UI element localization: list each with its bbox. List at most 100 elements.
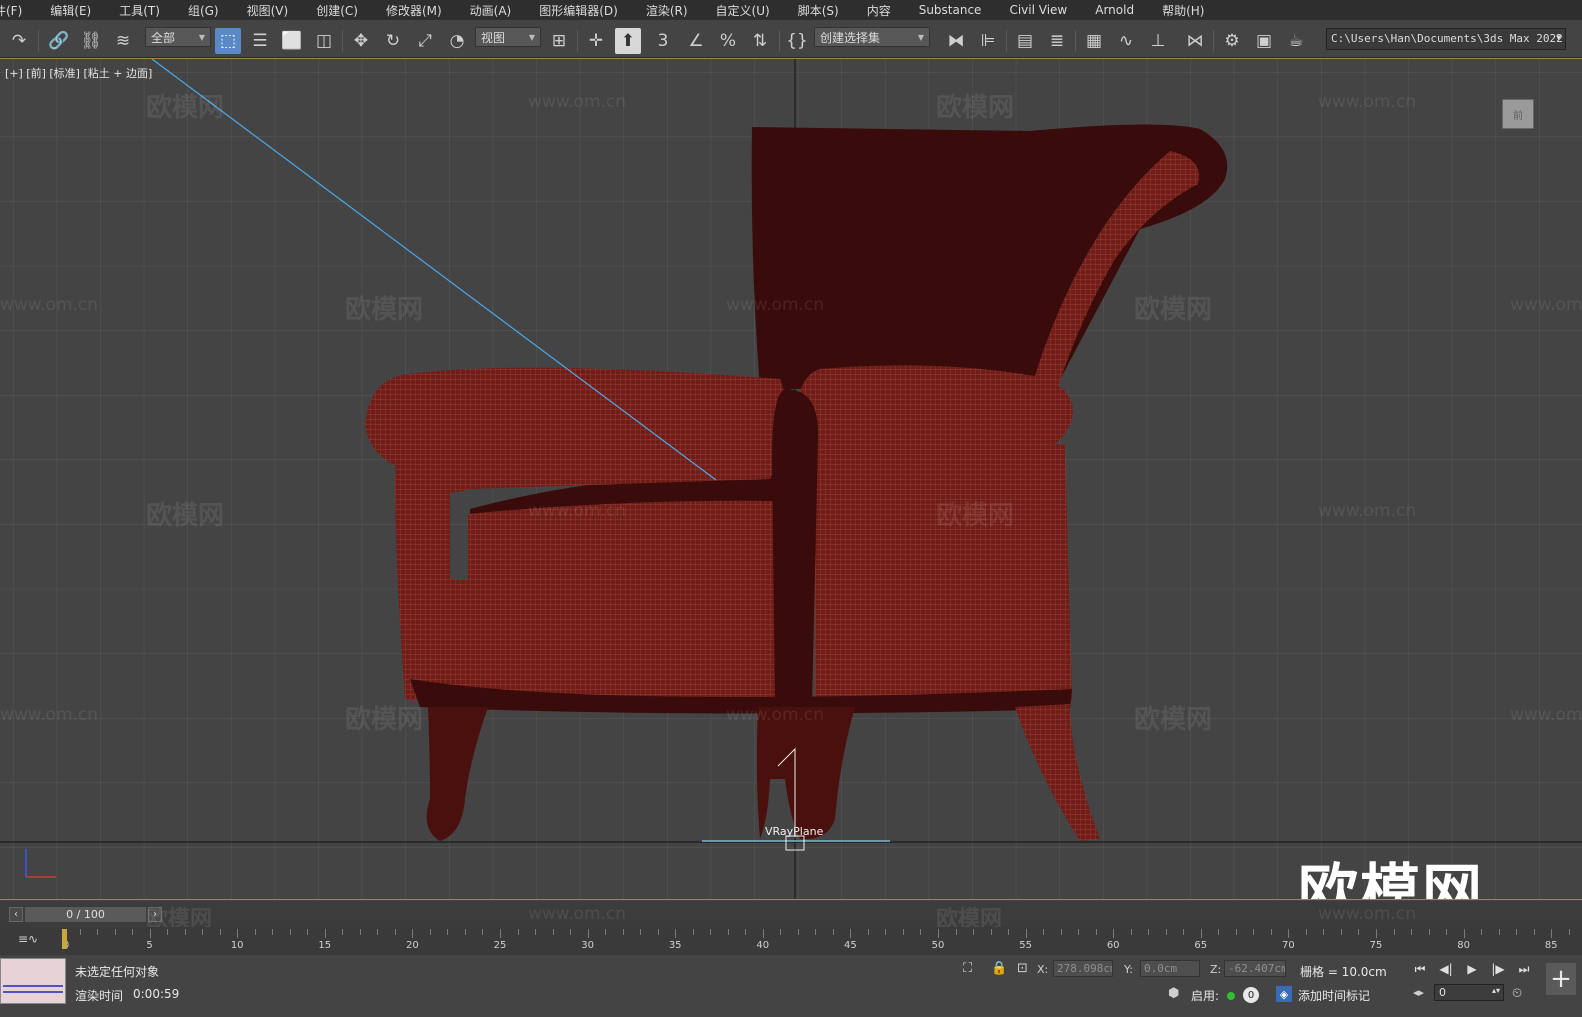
angle-snap-icon[interactable]: ∠ (683, 28, 709, 54)
ribbon-icon[interactable]: ▦ (1081, 28, 1107, 54)
edit-named-selection-sets-icon[interactable]: {} (784, 28, 810, 54)
rectangular-selection-icon[interactable]: ⬜ (279, 28, 305, 54)
menu-substance[interactable]: Substance (905, 3, 996, 17)
menu-file[interactable]: 件(F) (0, 2, 36, 19)
cube-icon[interactable]: ◈ (1276, 986, 1292, 1002)
rendered-frame-window-icon[interactable]: ▣ (1251, 28, 1277, 54)
menu-arnold[interactable]: Arnold (1081, 3, 1148, 17)
toolbar-separator (1213, 30, 1214, 52)
absolute-mode-icon[interactable]: ⊡ (1017, 961, 1028, 976)
add-viewport-icon[interactable]: + (1546, 963, 1576, 995)
menu-help[interactable]: 帮助(H) (1148, 2, 1218, 19)
ruler-tick (429, 929, 431, 935)
menu-group[interactable]: 组(G) (174, 2, 233, 19)
layer-explorer-icon[interactable]: ≣ (1044, 28, 1070, 54)
menu-tools[interactable]: 工具(T) (105, 2, 174, 19)
curve-editor-icon[interactable]: ∿ (1113, 28, 1139, 54)
select-object-icon[interactable]: ⬚ (215, 28, 241, 54)
ruler-label: 55 (1019, 940, 1032, 951)
go-to-end-icon[interactable]: ⏭ (1514, 960, 1534, 978)
spinner-snap-icon[interactable]: ⇅ (747, 28, 773, 54)
watermark-text: 欧模网 (936, 93, 1015, 123)
ruler-tick (202, 929, 204, 935)
unlink-icon[interactable]: ⛓ (78, 28, 104, 54)
watermark-logo: 欧模网 (1298, 858, 1484, 900)
snap-toggle-icon[interactable]: 3 (650, 28, 676, 54)
playhead-marker[interactable] (62, 929, 67, 949)
link-icon[interactable]: 🔗 (46, 28, 72, 54)
window-crossing-icon[interactable]: ◫ (311, 28, 337, 54)
ruler-tick (114, 929, 116, 935)
render-production-icon[interactable]: ☕ (1283, 28, 1309, 54)
ruler-tick (762, 929, 764, 938)
align-icon[interactable]: ⊫ (975, 28, 1001, 54)
previous-frame-icon[interactable]: ◀| (1436, 960, 1456, 978)
frame-ruler[interactable]: 0510152025303540455055606570758085 (62, 927, 1570, 955)
x-coord-field[interactable]: 278.098cm (1053, 960, 1113, 977)
ruler-tick (1568, 929, 1570, 935)
menu-customize[interactable]: 自定义(U) (702, 2, 784, 19)
time-tag-enable-label: 启用: (1191, 989, 1220, 1003)
maxscript-listener[interactable] (0, 958, 66, 1004)
select-by-name-icon[interactable]: ☰ (247, 28, 273, 54)
watermark-url: www.om.cn (1318, 501, 1417, 521)
ruler-tick (464, 929, 466, 935)
selection-filter-value: 全部 (151, 30, 176, 45)
project-folder-dropdown[interactable]: C:\Users\Han\Documents\3ds Max 2022 ▼ (1326, 28, 1566, 50)
menu-modifiers[interactable]: 修改器(M) (372, 2, 456, 19)
schematic-view-icon[interactable]: ⋈ (1182, 28, 1208, 54)
menu-views[interactable]: 视图(V) (233, 2, 303, 19)
menu-civil-view[interactable]: Civil View (995, 3, 1081, 17)
ruler-tick (1218, 929, 1220, 935)
viewcube[interactable]: 前 (1502, 99, 1534, 129)
select-manipulate-icon[interactable]: ✛ (583, 28, 609, 54)
mini-curve-editor-icon[interactable]: ≡∿ (18, 932, 38, 946)
go-to-start-icon[interactable]: ⏮ (1410, 960, 1430, 978)
named-selection-set-dropdown[interactable]: 创建选择集 ▼ (814, 27, 930, 47)
next-frame-icon[interactable]: |▶ (1488, 960, 1508, 978)
dope-sheet-icon[interactable]: ⊥ (1145, 28, 1171, 54)
add-time-tag-button[interactable]: 添加时间标记 (1298, 987, 1370, 1004)
selection-filter-dropdown[interactable]: 全部 ▼ (145, 27, 211, 47)
move-icon[interactable]: ✥ (348, 28, 374, 54)
menu-edit[interactable]: 编辑(E) (36, 2, 105, 19)
placement-icon[interactable]: ◔ (444, 28, 470, 54)
time-slider[interactable]: ‹ 0 / 100 › 欧模网 www.om.cn 欧模网 www.om.cn (0, 901, 1582, 932)
pivot-icon[interactable]: ⊞ (546, 28, 572, 54)
scale-icon[interactable]: ⤢ (412, 28, 438, 54)
lock-icon[interactable]: 🔒 (991, 961, 1007, 976)
scene-explorer-icon[interactable]: ▤ (1012, 28, 1038, 54)
y-coord-label: Y: (1124, 963, 1133, 976)
redo-icon[interactable]: ↷ (6, 28, 32, 54)
time-tag-count[interactable]: 0 (1243, 987, 1259, 1003)
bind-space-warp-icon[interactable]: ≋ (110, 28, 136, 54)
current-frame-field[interactable]: 0 ▴▾ (1434, 984, 1504, 1001)
named-selection-set-value: 创建选择集 (820, 30, 881, 45)
menu-content[interactable]: 内容 (853, 2, 905, 19)
chevron-left-icon[interactable]: ‹ (9, 907, 23, 922)
menu-scripting[interactable]: 脚本(S) (784, 2, 853, 19)
menu-animation[interactable]: 动画(A) (456, 2, 526, 19)
render-setup-icon[interactable]: ⚙ (1219, 28, 1245, 54)
menu-rendering[interactable]: 渲染(R) (632, 2, 702, 19)
time-configuration-icon[interactable]: ⏲ (1512, 986, 1522, 1001)
mirror-icon[interactable]: ⧓ (943, 28, 969, 54)
adaptive-degradation-icon[interactable]: ⬢ (1168, 986, 1179, 1001)
isolate-selection-icon[interactable]: ⛶ (963, 961, 972, 976)
y-coord-field[interactable]: 0.0cm (1140, 960, 1200, 977)
play-icon[interactable]: ▶ (1462, 960, 1482, 978)
time-slider-thumb[interactable]: 0 / 100 (25, 907, 146, 922)
menu-graph-editors[interactable]: 图形编辑器(D) (525, 2, 632, 19)
track-bar[interactable]: ≡∿ 0510152025303540455055606570758085 (0, 927, 1582, 955)
percent-snap-icon[interactable]: % (715, 28, 741, 54)
z-coord-field[interactable]: -62.407cm (1224, 960, 1286, 977)
key-mode-toggle-icon[interactable]: ◂▸ (1413, 986, 1424, 999)
viewport-label[interactable]: [+] [前] [标准] [粘土 + 边面] (5, 65, 152, 81)
keyboard-shortcut-override-icon[interactable]: ⬆ (615, 28, 641, 54)
watermark-text: 欧模网 (345, 295, 424, 325)
rotate-icon[interactable]: ↻ (380, 28, 406, 54)
front-viewport[interactable]: [+] [前] [标准] [粘土 + 边面] 前 VRayPlane 欧模网 w… (0, 58, 1582, 900)
menu-create[interactable]: 创建(C) (302, 2, 372, 19)
reference-coordinate-dropdown[interactable]: 视图 ▼ (475, 27, 541, 47)
ruler-tick (1183, 929, 1185, 935)
